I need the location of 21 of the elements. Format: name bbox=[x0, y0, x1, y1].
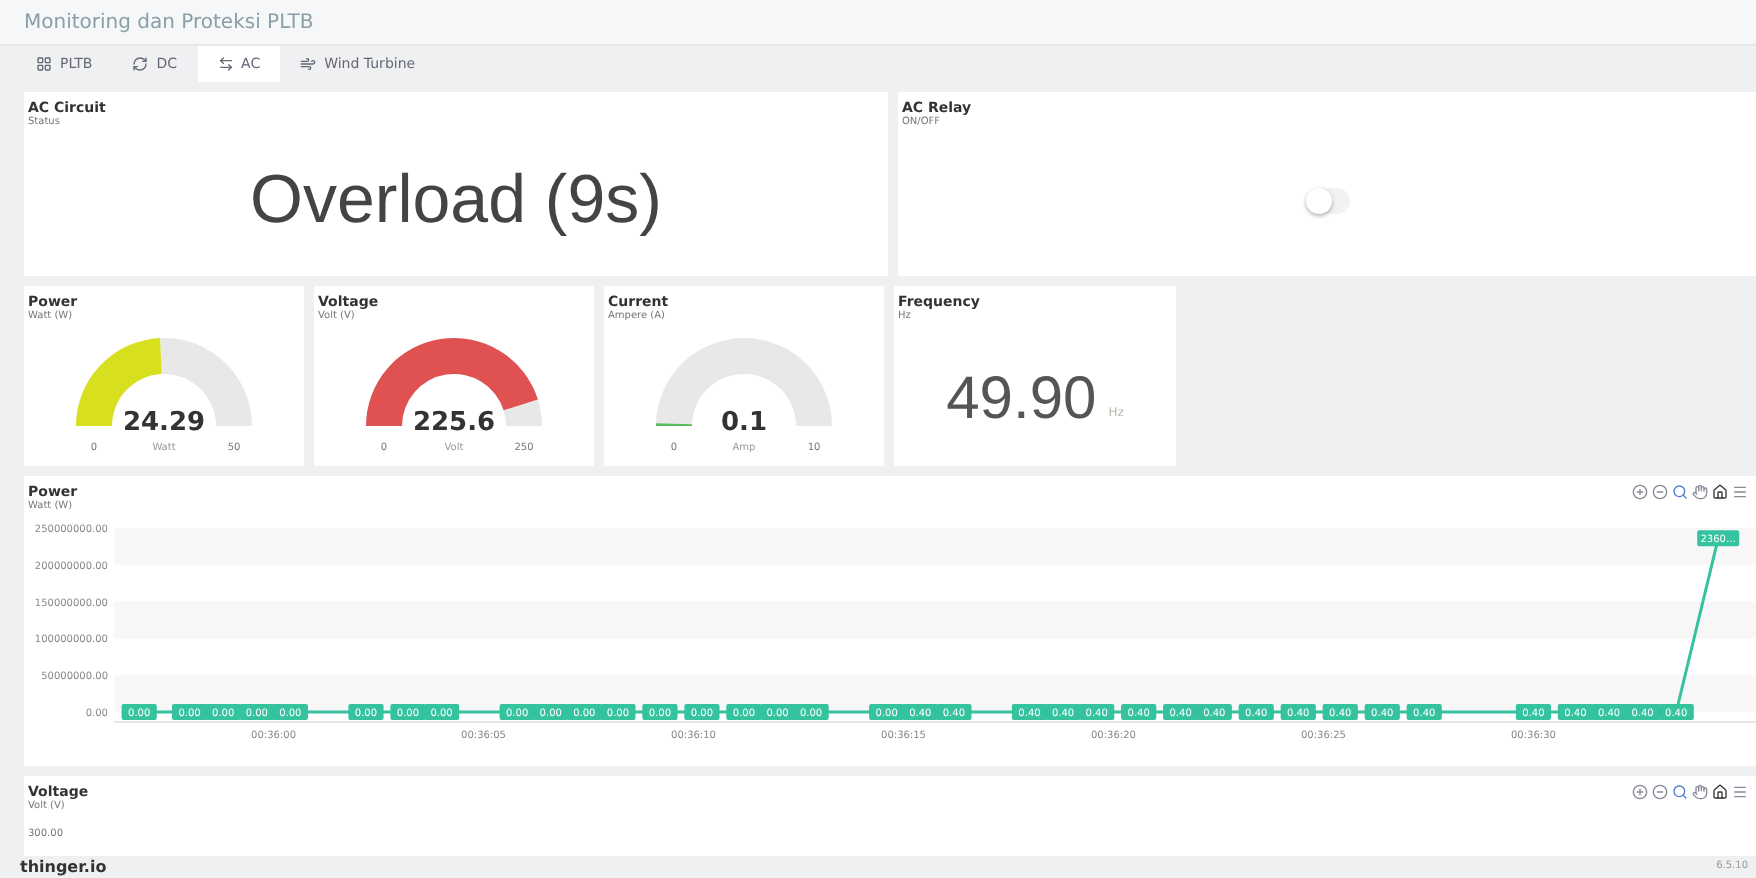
zoom-in-icon[interactable] bbox=[1632, 483, 1648, 500]
home-icon[interactable] bbox=[1712, 783, 1728, 800]
relay-toggle[interactable] bbox=[1305, 188, 1349, 215]
grid-icon bbox=[36, 56, 52, 73]
cycle-icon bbox=[132, 56, 149, 73]
zoom-out-icon[interactable] bbox=[1652, 483, 1668, 500]
gauge-value: 225.6 bbox=[412, 407, 496, 438]
status-value: Overload (9s) bbox=[250, 162, 662, 241]
frequency-value: 49.90 bbox=[946, 365, 1097, 434]
zoom-out-icon[interactable] bbox=[1652, 783, 1668, 800]
gauge-value: 24.29 bbox=[122, 407, 206, 438]
wind-icon bbox=[300, 56, 317, 73]
home-icon[interactable] bbox=[1712, 483, 1728, 500]
gauge-track bbox=[503, 399, 542, 426]
zoom-in-icon[interactable] bbox=[1632, 783, 1648, 800]
search-icon[interactable] bbox=[1672, 783, 1688, 800]
dashboard-title: Monitoring dan Proteksi PLTB bbox=[24, 11, 314, 34]
brand-logo: thinger.io bbox=[20, 857, 107, 876]
gauge-value: 0.1 bbox=[720, 407, 768, 438]
swap-icon bbox=[217, 56, 234, 73]
search-icon[interactable] bbox=[1672, 483, 1688, 500]
